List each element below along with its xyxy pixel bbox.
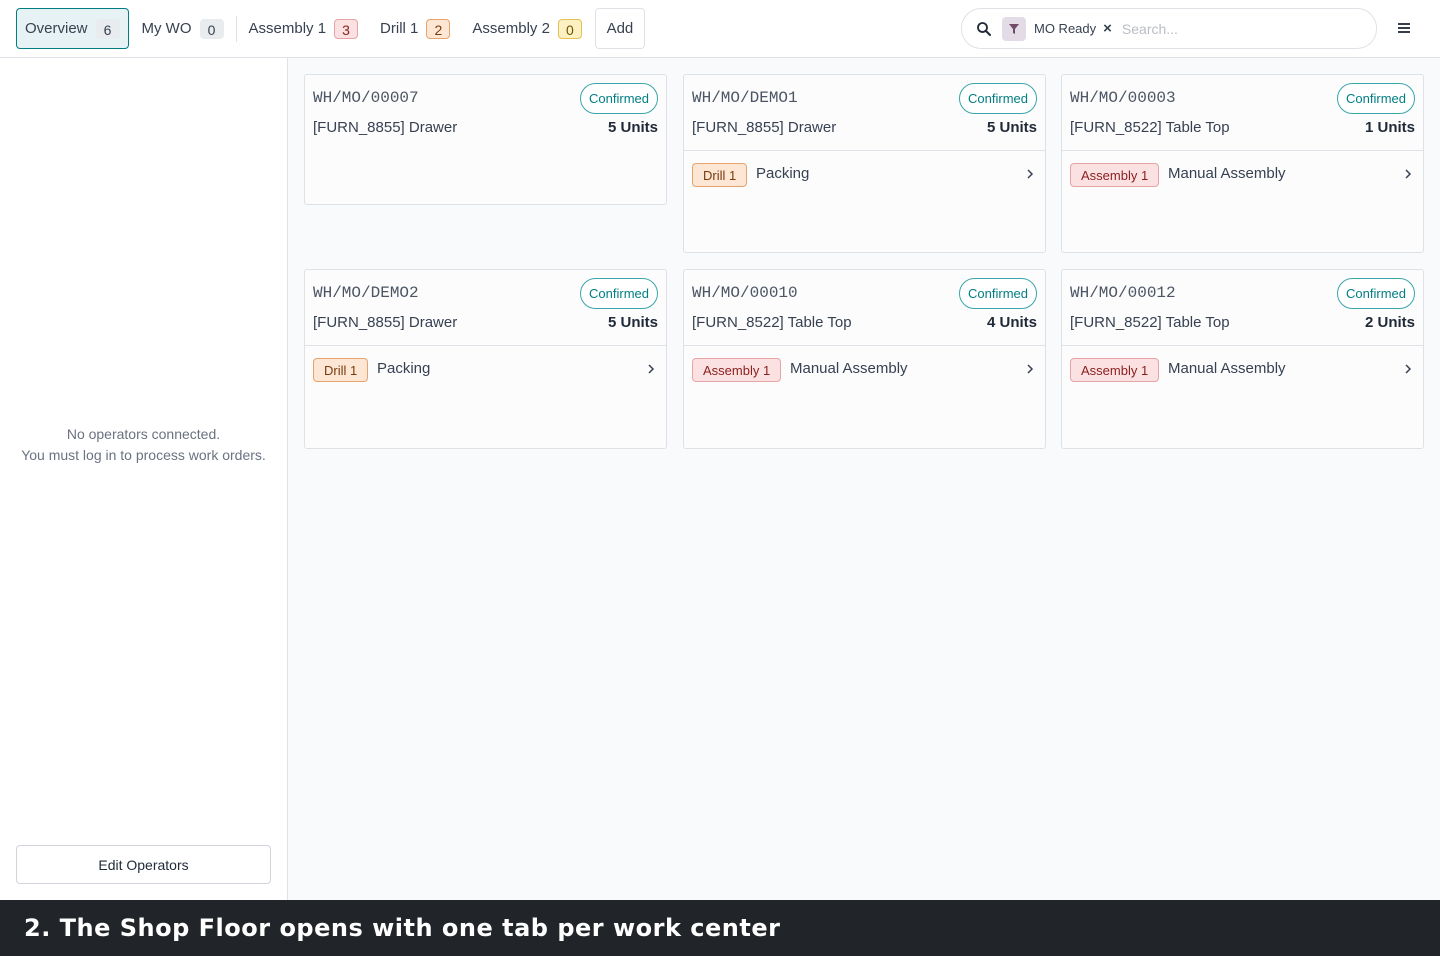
work-center-badge: Assembly 1 xyxy=(692,358,782,382)
mo-reference[interactable]: WH/MO/00010 xyxy=(692,284,798,302)
facet-label: MO Ready xyxy=(1034,21,1097,36)
mo-card-header: WH/MO/DEMO2 Confirmed [FURN_8855] Drawer… xyxy=(305,270,666,345)
work-center-badge: Drill 1 xyxy=(313,358,369,382)
status-badge: Confirmed xyxy=(959,278,1037,309)
quantity: 4 Units xyxy=(986,314,1037,331)
tab-count: 0 xyxy=(557,18,582,39)
product-name: [FURN_8522] Table Top xyxy=(692,314,852,331)
search-icon[interactable] xyxy=(976,21,992,37)
chevron-right-icon xyxy=(1027,364,1034,374)
no-operators-message: No operators connected. You must log in … xyxy=(0,424,287,466)
tab-count: 6 xyxy=(95,18,120,39)
tab-count: 2 xyxy=(426,18,451,39)
tutorial-caption: 2. The Shop Floor opens with one tab per… xyxy=(0,900,1440,956)
mo-card[interactable]: WH/MO/DEMO2 Confirmed [FURN_8855] Drawer… xyxy=(304,269,667,449)
quantity: 5 Units xyxy=(607,314,658,331)
work-order-row[interactable]: Assembly 1 Manual Assembly xyxy=(1062,345,1423,393)
status-badge: Confirmed xyxy=(959,83,1037,114)
mo-card-header: WH/MO/00003 Confirmed [FURN_8522] Table … xyxy=(1062,75,1423,150)
product-name: [FURN_8855] Drawer xyxy=(313,119,458,136)
work-center-badge: Assembly 1 xyxy=(1070,358,1160,382)
mo-card[interactable]: WH/MO/00012 Confirmed [FURN_8522] Table … xyxy=(1061,269,1424,449)
quantity: 5 Units xyxy=(986,119,1037,136)
mo-card[interactable]: WH/MO/00003 Confirmed [FURN_8522] Table … xyxy=(1061,74,1424,253)
no-operators-line: No operators connected. xyxy=(66,426,221,442)
quantity: 1 Units xyxy=(1364,119,1415,136)
edit-operators-button[interactable]: Edit Operators xyxy=(16,845,271,884)
shop-floor-app: Overview 6 My WO 0 Assembly 1 3 Drill 1 … xyxy=(0,0,1440,956)
work-order-name: Packing xyxy=(377,360,431,377)
tab-assembly-1[interactable]: Assembly 1 3 xyxy=(241,8,367,49)
mo-reference[interactable]: WH/MO/00007 xyxy=(313,89,419,107)
work-order-row[interactable]: Assembly 1 Manual Assembly xyxy=(684,345,1045,393)
tab-label: Assembly 2 xyxy=(472,20,550,37)
hamburger-menu-icon[interactable] xyxy=(1394,18,1414,38)
work-order-name: Manual Assembly xyxy=(790,360,908,377)
filter-facet: MO Ready × xyxy=(1002,16,1112,41)
tab-my-wo[interactable]: My WO 0 xyxy=(134,8,232,49)
tab-count: 3 xyxy=(334,18,359,39)
top-bar: Overview 6 My WO 0 Assembly 1 3 Drill 1 … xyxy=(0,0,1440,58)
add-work-center-button[interactable]: Add xyxy=(594,8,645,49)
mo-card-header: WH/MO/00012 Confirmed [FURN_8522] Table … xyxy=(1062,270,1423,345)
work-order-name: Packing xyxy=(756,165,810,182)
tab-assembly-2[interactable]: Assembly 2 0 xyxy=(464,8,590,49)
chevron-right-icon xyxy=(1027,169,1034,179)
status-badge: Confirmed xyxy=(580,278,658,309)
remove-facet-icon[interactable]: × xyxy=(1103,20,1112,37)
mo-reference[interactable]: WH/MO/00012 xyxy=(1070,284,1176,302)
work-order-row[interactable]: Drill 1 Packing xyxy=(305,345,666,393)
work-center-tabs: Overview 6 My WO 0 Assembly 1 3 Drill 1 … xyxy=(16,8,645,49)
chevron-right-icon xyxy=(1405,169,1412,179)
product-name: [FURN_8522] Table Top xyxy=(1070,314,1230,331)
work-center-badge: Drill 1 xyxy=(692,163,748,187)
work-order-row[interactable]: Drill 1 Packing xyxy=(684,150,1045,198)
work-order-name: Manual Assembly xyxy=(1168,165,1286,182)
product-name: [FURN_8855] Drawer xyxy=(692,119,837,136)
work-order-name: Manual Assembly xyxy=(1168,360,1286,377)
work-center-badge: Assembly 1 xyxy=(1070,163,1160,187)
search-input[interactable] xyxy=(1121,20,1352,37)
mo-reference[interactable]: WH/MO/DEMO1 xyxy=(692,89,798,107)
mo-card[interactable]: WH/MO/00007 Confirmed [FURN_8855] Drawer… xyxy=(304,74,667,205)
product-name: [FURN_8855] Drawer xyxy=(313,314,458,331)
operators-sidebar: No operators connected. You must log in … xyxy=(0,58,288,900)
tab-label: Drill 1 xyxy=(380,20,419,37)
mo-card-header: WH/MO/00007 Confirmed [FURN_8855] Drawer… xyxy=(305,75,666,150)
tab-count: 0 xyxy=(199,18,224,39)
mo-card[interactable]: WH/MO/DEMO1 Confirmed [FURN_8855] Drawer… xyxy=(683,74,1046,253)
chevron-right-icon xyxy=(1405,364,1412,374)
mo-card-header: WH/MO/00010 Confirmed [FURN_8522] Table … xyxy=(684,270,1045,345)
work-order-row[interactable]: Assembly 1 Manual Assembly xyxy=(1062,150,1423,198)
tab-overview[interactable]: Overview 6 xyxy=(16,8,129,49)
tab-drill-1[interactable]: Drill 1 2 xyxy=(372,8,458,49)
filter-icon xyxy=(1002,16,1026,41)
product-name: [FURN_8522] Table Top xyxy=(1070,119,1230,136)
mo-reference[interactable]: WH/MO/DEMO2 xyxy=(313,284,419,302)
status-badge: Confirmed xyxy=(580,83,658,114)
login-hint-line: You must log in to process work orders. xyxy=(21,447,266,463)
status-badge: Confirmed xyxy=(1337,278,1415,309)
mo-card-header: WH/MO/DEMO1 Confirmed [FURN_8855] Drawer… xyxy=(684,75,1045,150)
search-bar[interactable]: MO Ready × xyxy=(961,8,1377,49)
quantity: 2 Units xyxy=(1364,314,1415,331)
status-badge: Confirmed xyxy=(1337,83,1415,114)
quantity: 5 Units xyxy=(607,119,658,136)
tab-label: My WO xyxy=(141,20,192,37)
tab-label: Overview xyxy=(25,20,88,37)
tab-divider xyxy=(235,15,237,42)
tab-label: Assembly 1 xyxy=(248,20,327,37)
mo-reference[interactable]: WH/MO/00003 xyxy=(1070,89,1176,107)
mo-card[interactable]: WH/MO/00010 Confirmed [FURN_8522] Table … xyxy=(683,269,1046,449)
manufacturing-orders-grid: WH/MO/00007 Confirmed [FURN_8855] Drawer… xyxy=(288,58,1440,900)
chevron-right-icon xyxy=(648,364,655,374)
